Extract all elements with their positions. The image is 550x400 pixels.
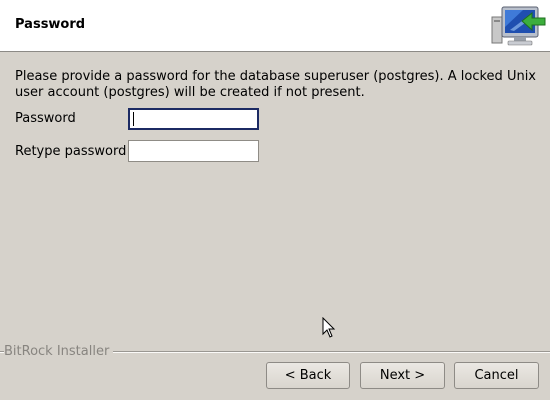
retype-password-field[interactable]: [128, 140, 259, 162]
password-field[interactable]: [128, 108, 259, 130]
page-title: Password: [15, 17, 86, 32]
text-caret: [133, 112, 134, 126]
next-button[interactable]: Next >: [360, 362, 445, 389]
computer-install-icon: [491, 6, 546, 46]
installer-brand: BitRock Installer: [4, 344, 114, 359]
back-button[interactable]: < Back: [266, 362, 350, 389]
password-label: Password: [15, 111, 76, 126]
retype-password-label: Retype password: [15, 144, 127, 159]
cancel-button[interactable]: Cancel: [454, 362, 539, 389]
description-text: Please provide a password for the databa…: [15, 69, 537, 100]
mouse-pointer-icon: [322, 317, 336, 338]
header: Password: [0, 0, 550, 52]
